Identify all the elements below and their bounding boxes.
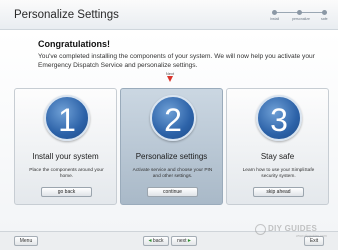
arrow-right-icon: ▸ [187, 238, 191, 244]
progress-label-personalize: personalize [292, 17, 310, 21]
step-number: 1 [58, 102, 76, 138]
step-description: Activate service and choose your PIN and… [132, 168, 213, 180]
watermark-url: www.diyguides.com [296, 234, 327, 238]
step-card-personalize: 2 Personalize settings Activate service … [120, 88, 223, 205]
menu-button[interactable]: Menu [14, 236, 38, 246]
step-circle-1: 1 [44, 95, 90, 141]
step-circle-2: 2 [150, 95, 196, 141]
arrow-left-icon: ◂ [148, 238, 152, 244]
back-label: back [152, 238, 164, 244]
next-marker: Next [162, 71, 178, 82]
step-number: 2 [164, 102, 182, 138]
progress-dot-install [272, 10, 277, 15]
progress-tracker: Install personalize safe [270, 8, 330, 22]
watermark-brand: DIY GUIDES [268, 224, 318, 233]
down-arrow-icon [167, 76, 173, 82]
step-number: 3 [270, 102, 288, 138]
step-title: Stay safe [260, 152, 295, 161]
go-back-button[interactable]: go back [41, 187, 92, 197]
progress-dot-personalize [297, 10, 302, 15]
progress-label-install: Install [270, 17, 280, 21]
skip-ahead-button[interactable]: skip ahead [253, 187, 304, 197]
header-bar: Personalize Settings Install personalize… [0, 0, 338, 30]
next-button[interactable]: next ▸ [171, 236, 197, 246]
step-card-install: 1 Install your system Place the componen… [14, 88, 117, 205]
step-description: Learn how to use your SimpliSafe securit… [242, 168, 315, 180]
footer-bar: Menu ◂ back next ▸ Exit [0, 231, 338, 250]
step-title: Install your system [32, 152, 99, 161]
congrats-body: You've completed installing the componen… [38, 53, 315, 69]
back-button[interactable]: ◂ back [143, 236, 169, 246]
step-circle-3: 3 [256, 95, 302, 141]
step-card-safe: 3 Stay safe Learn how to use your Simpli… [226, 88, 329, 205]
next-marker-label: Next [165, 71, 175, 76]
page-title: Personalize Settings [14, 9, 119, 21]
step-description: Place the components around your home. [29, 168, 104, 180]
progress-label-safe: safe [321, 17, 328, 21]
congrats-title: Congratulations! [38, 39, 110, 49]
step-title: Personalize settings [135, 152, 208, 161]
watermark-logo-icon [255, 224, 266, 235]
continue-button[interactable]: continue [147, 187, 198, 197]
next-label: next [177, 238, 187, 244]
progress-dot-safe [322, 10, 327, 15]
